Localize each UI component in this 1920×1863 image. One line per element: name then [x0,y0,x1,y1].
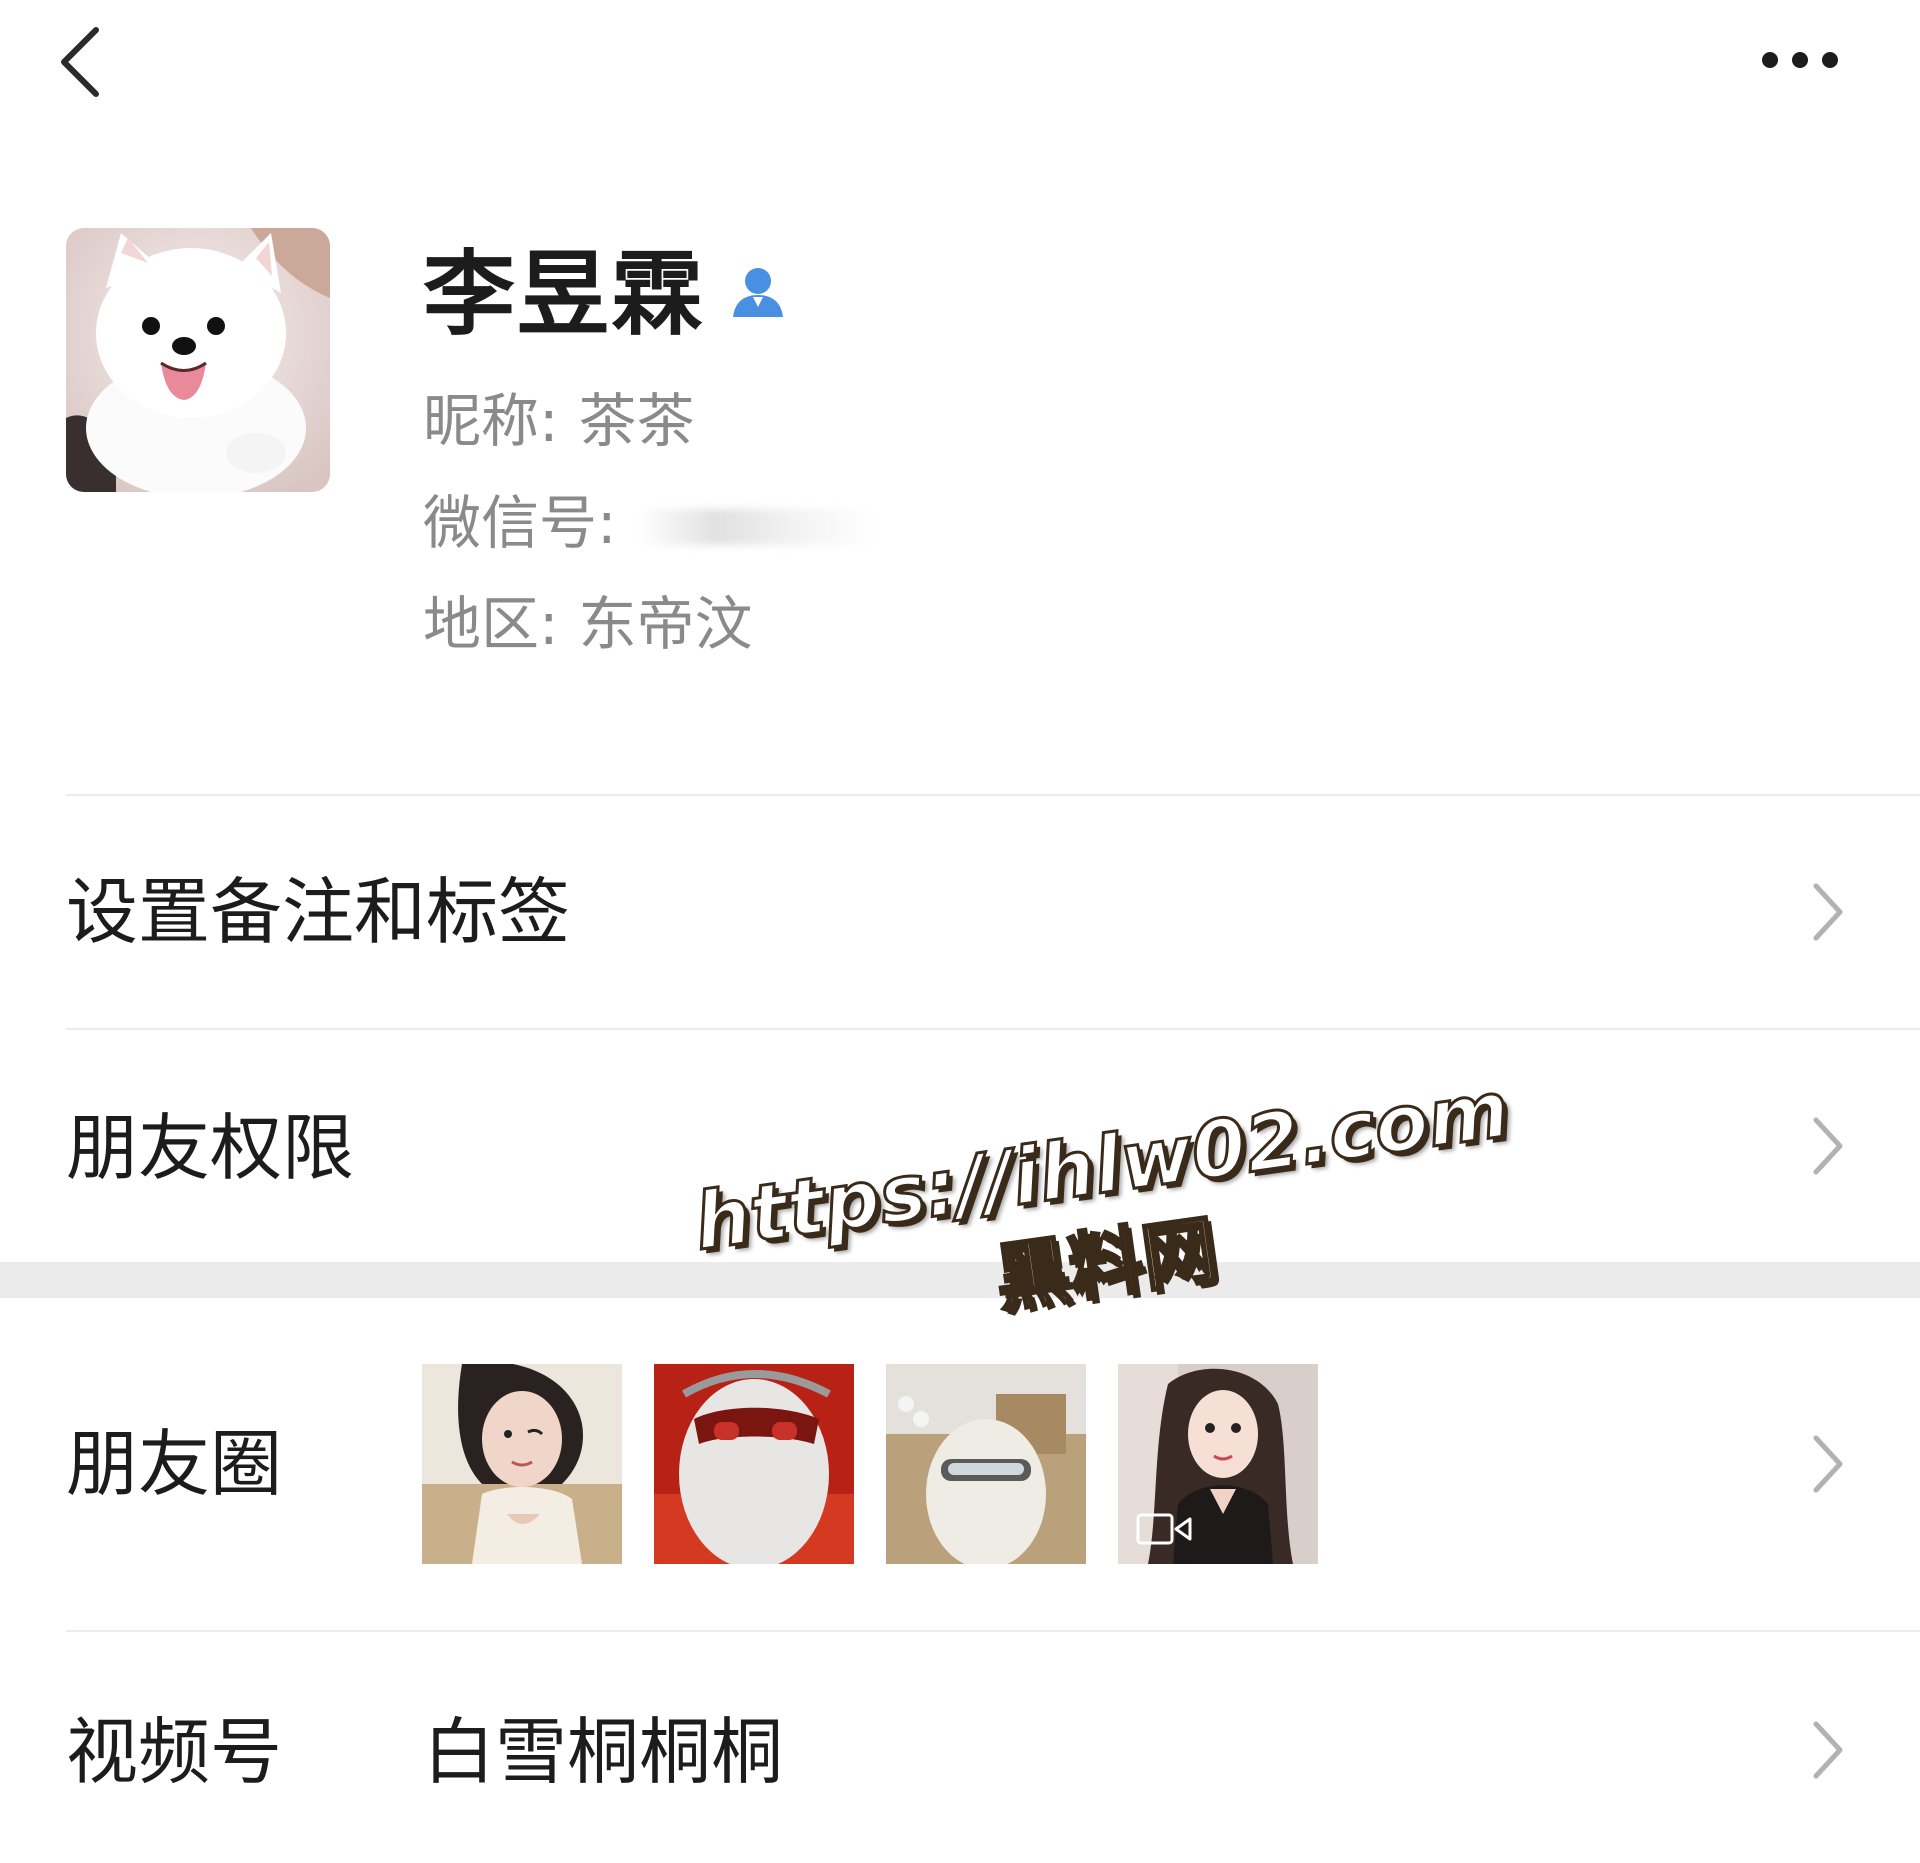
video-camera-icon [1136,1513,1192,1545]
section-gap [0,1262,1920,1298]
nickname-line: 昵称: 茶茶 [423,392,695,450]
set-remark-label: 设置备注和标签 [66,870,571,954]
nickname-value: 茶茶 [578,387,695,455]
set-remark-and-tags-row[interactable]: 设置备注和标签 [0,796,1920,1028]
contact-person-icon [733,268,784,317]
moments-label: 朋友圈 [66,1422,283,1506]
channels-value: 白雪桐桐桐 [423,1710,784,1794]
moments-thumbnail[interactable] [886,1364,1086,1564]
wechat-id-label: 微信号: [423,489,617,557]
back-button[interactable] [50,22,120,102]
profile-header: 李昱霖 昵称: 茶茶 微信号: 地区: 东帝汶 [0,140,1920,794]
chevron-left-icon [61,27,99,97]
contact-name: 李昱霖 [423,241,706,348]
wechat-id-line: 微信号: [423,494,877,552]
avatar[interactable] [66,228,330,492]
nickname-label: 昵称: [423,387,559,455]
chevron-right-icon [1813,1721,1843,1779]
name-row: 李昱霖 [423,240,789,350]
photo-thumbnail-3 [886,1364,1086,1564]
chevron-right-icon [1813,1435,1843,1493]
photo-thumbnail-2 [654,1364,854,1564]
photo-thumbnail-1 [422,1364,622,1564]
channels-label: 视频号 [66,1710,283,1794]
channels-row[interactable]: 视频号 白雪桐桐桐 [0,1632,1920,1863]
avatar-dog-photo [66,228,330,492]
region-label: 地区: [423,590,559,658]
wechat-id-redacted [636,508,877,545]
region-line: 地区: 东帝汶 [423,595,753,653]
region-value: 东帝汶 [578,590,753,658]
moments-thumbnail[interactable] [422,1364,622,1564]
chevron-right-icon [1813,883,1843,941]
chevron-right-icon [1813,1117,1843,1175]
moments-thumbnail[interactable] [654,1364,854,1564]
more-dots-icon [1762,52,1838,68]
top-navigation-bar [0,0,1920,140]
friend-permissions-label: 朋友权限 [66,1106,355,1190]
more-options-button[interactable] [1745,30,1855,90]
moments-thumbnail[interactable] [1118,1364,1318,1564]
friend-permissions-row[interactable]: 朋友权限 [0,1030,1920,1262]
